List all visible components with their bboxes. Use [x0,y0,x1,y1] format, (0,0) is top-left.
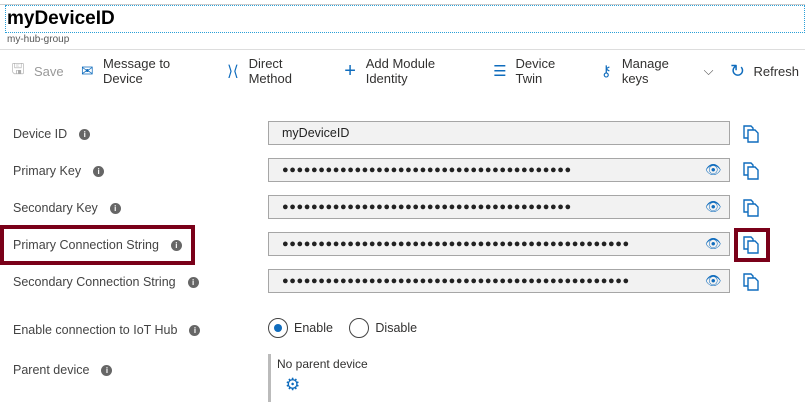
radio-circle[interactable] [268,318,288,338]
info-icon[interactable]: i [93,165,105,177]
message-to-device-button[interactable]: ✉ Message to Device [79,56,210,86]
refresh-icon: ↻ [729,60,746,81]
field-value-input[interactable]: ●●●●●●●●●●●●●●●●●●●●●●●●●●●●●●●●●●●●●●●● [268,195,730,219]
page-title: myDeviceID [7,8,115,29]
copy-icon[interactable] [743,162,759,180]
refresh-button[interactable]: ↻ Refresh [728,61,799,82]
divider [0,49,805,50]
connection-row: Enable connection to IoT Hub i Enable Dis… [0,318,805,344]
parent-row: Parent device i [0,358,805,384]
toolbar: 🖫 Save ✉ Message to Device ⟩⟨ Direct Method… [0,56,805,86]
plus-icon: + [344,59,356,82]
field-value-input[interactable]: ●●●●●●●●●●●●●●●●●●●●●●●●●●●●●●●●●●●●●●●●… [268,269,730,293]
copy-icon[interactable] [743,125,759,143]
add-module-identity-button[interactable]: + Add Module Identity [341,56,476,86]
field-label: Parent device [13,363,90,377]
key-icon: ⚷ [600,63,612,80]
info-icon[interactable]: i [101,364,113,376]
field-row: Primary Key i ●●●●●●●●●●●●●●●●●●●●●●●●●●●… [0,158,805,184]
highlight-label-box [0,225,195,265]
save-button[interactable]: 🖫 Save [9,59,64,84]
save-icon: 🖫 [11,60,25,78]
direct-method-icon: ⟩⟨ [227,63,239,80]
device-twin-button[interactable]: ☰ Device Twin [491,56,582,86]
chevron-down-icon: ⌵ [703,63,714,78]
field-label: Device ID [13,127,68,141]
field-label: Secondary Key [13,201,98,215]
info-icon[interactable]: i [109,202,121,214]
connection-radio-group: Enable Disable [268,318,429,343]
highlight-copy-box [734,228,770,262]
field-value-input[interactable]: ●●●●●●●●●●●●●●●●●●●●●●●●●●●●●●●●●●●●●●●● [268,158,730,182]
copy-icon[interactable] [743,273,759,291]
field-label: Secondary Connection String [13,275,176,289]
radio-disable[interactable]: Disable [349,318,417,338]
direct-method-button[interactable]: ⟩⟨ Direct Method [224,56,326,86]
field-value-input[interactable]: myDeviceID [268,121,730,145]
field-row: Secondary Connection String i ●●●●●●●●●●●… [0,269,805,295]
manage-keys-button[interactable]: ⚷ Manage keys ⌵ [598,56,714,86]
field-row: Device ID i myDeviceID [0,121,805,147]
parent-device-box: No parent device ⚙ [268,354,368,402]
info-icon[interactable]: i [187,276,199,288]
parent-device-value: No parent device [277,357,368,371]
title-focus-box [5,5,805,33]
list-icon: ☰ [493,63,507,80]
field-label: Primary Key [13,164,82,178]
gear-icon[interactable]: ⚙ [285,375,368,395]
field-label: Enable connection to IoT Hub [13,323,178,337]
radio-enable[interactable]: Enable [268,318,333,338]
radio-circle[interactable] [349,318,370,338]
copy-icon[interactable] [743,199,759,217]
field-row: Secondary Key i ●●●●●●●●●●●●●●●●●●●●●●●●●… [0,195,805,221]
field-value-input[interactable]: ●●●●●●●●●●●●●●●●●●●●●●●●●●●●●●●●●●●●●●●●… [268,232,730,256]
info-icon[interactable]: i [79,128,91,140]
page-subtitle: my-hub-group [7,34,70,45]
info-icon[interactable]: i [189,324,201,336]
mail-icon: ✉ [81,63,94,80]
